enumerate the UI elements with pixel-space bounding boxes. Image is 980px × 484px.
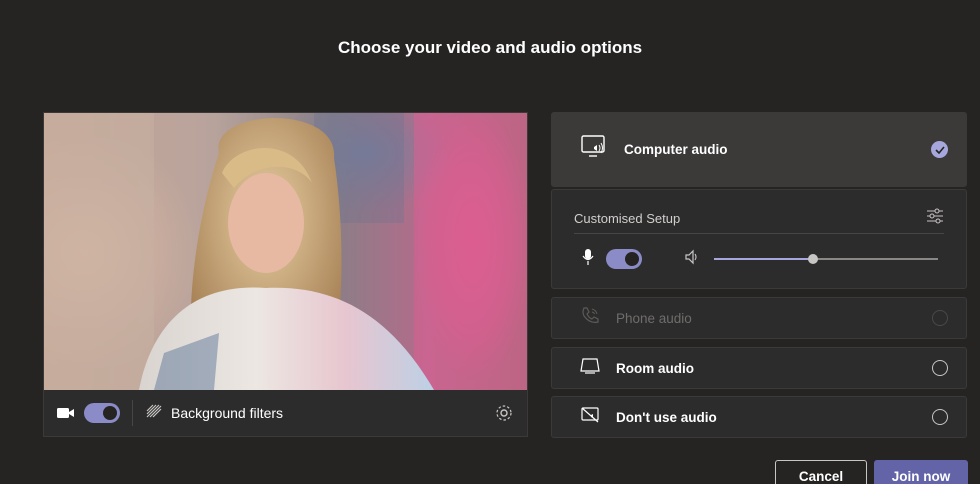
room-audio-icon [580,357,600,380]
camera-icon [56,405,76,421]
microphone-toggle[interactable] [606,249,642,269]
customised-setup-title: Customised Setup [574,211,681,226]
camera-preview [44,113,527,390]
phone-audio-option: Phone audio [551,297,967,339]
audio-settings-sliders-icon[interactable] [926,208,944,229]
video-controls-bar: Background filters [44,390,527,436]
customised-setup-panel: Customised Setup [551,189,967,289]
room-audio-option[interactable]: Room audio [551,347,967,389]
cancel-button[interactable]: Cancel [775,460,867,484]
no-audio-icon [580,406,600,429]
divider [132,400,133,426]
room-audio-label: Room audio [616,360,694,376]
computer-audio-option[interactable]: Computer audio [551,112,967,187]
phone-audio-radio [932,310,948,326]
speaker-volume-slider[interactable] [714,254,938,264]
video-preview-panel: Background filters [43,112,528,437]
join-now-button[interactable]: Join now [874,460,968,484]
speaker-volume-thumb[interactable] [807,254,818,264]
microphone-icon [582,248,594,271]
device-settings-gear-icon[interactable] [495,404,513,422]
no-audio-option[interactable]: Don't use audio [551,396,967,438]
phone-icon [580,306,600,331]
camera-preview-image [44,113,527,390]
no-audio-radio[interactable] [932,409,948,425]
page-title: Choose your video and audio options [337,38,643,57]
speaker-volume-fill [714,258,813,260]
room-audio-radio[interactable] [932,360,948,376]
computer-audio-label: Computer audio [624,142,728,157]
phone-audio-label: Phone audio [616,310,692,326]
speaker-icon [684,249,700,270]
background-filters-button[interactable]: Background filters [171,405,283,421]
background-filters-icon [145,403,163,424]
computer-audio-icon [580,134,608,165]
no-audio-label: Don't use audio [616,409,717,425]
camera-toggle[interactable] [84,403,120,423]
selected-check-icon [931,141,948,158]
